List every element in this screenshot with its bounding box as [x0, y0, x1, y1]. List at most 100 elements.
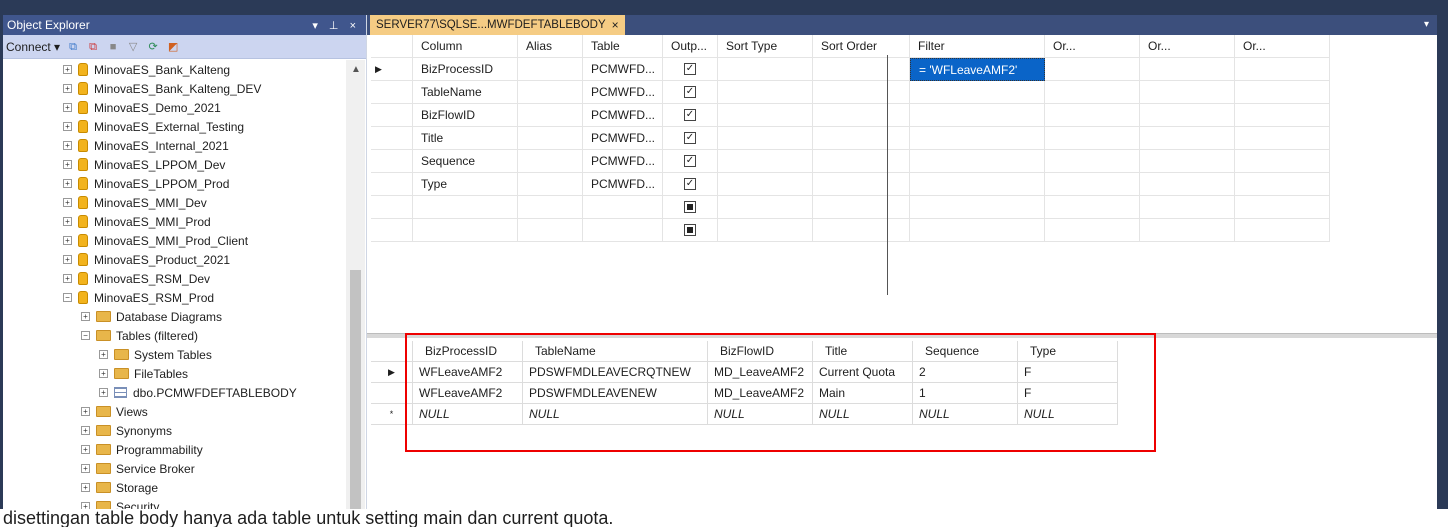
tree-node[interactable]: + MinovaES_LPPOM_Dev [3, 155, 346, 174]
close-tab-icon[interactable]: × [612, 18, 619, 32]
expand-icon[interactable]: + [63, 198, 72, 207]
criteria-cell[interactable] [1140, 58, 1235, 81]
expand-icon[interactable]: + [63, 255, 72, 264]
expand-icon[interactable]: + [99, 388, 108, 397]
results-cell[interactable]: WFLeaveAMF2 [413, 362, 523, 383]
expand-icon[interactable]: + [81, 483, 90, 492]
tree-node[interactable]: + Service Broker [3, 459, 346, 478]
criteria-cell[interactable] [718, 58, 813, 81]
results-column-header[interactable]: BizFlowID [708, 341, 813, 362]
results-cell[interactable]: MD_LeaveAMF2 [708, 383, 813, 404]
filter-icon[interactable]: ▽ [126, 40, 140, 54]
panel-window-controls[interactable]: ▾ ⊥ × [312, 19, 360, 32]
results-column-header[interactable]: Type [1018, 341, 1118, 362]
tree-node[interactable]: + MinovaES_RSM_Dev [3, 269, 346, 288]
criteria-cell[interactable] [518, 104, 583, 127]
output-checkbox[interactable]: ✓ [684, 109, 696, 121]
expand-icon[interactable]: + [63, 179, 72, 188]
results-cell[interactable]: NULL [413, 404, 523, 425]
results-column-header[interactable]: TableName [523, 341, 708, 362]
criteria-cell[interactable] [518, 150, 583, 173]
disconnect-icon[interactable]: ⧉ [86, 40, 100, 54]
results-cell[interactable]: NULL [913, 404, 1018, 425]
criteria-row[interactable]: BizFlowID PCMWFD... ✓ [371, 104, 1330, 127]
column-header[interactable] [371, 35, 413, 58]
criteria-cell[interactable] [813, 58, 910, 81]
criteria-cell[interactable]: ✓ [663, 104, 718, 127]
results-cell[interactable]: PDSWFMDLEAVECRQTNEW [523, 362, 708, 383]
tree-node[interactable]: + MinovaES_Bank_Kalteng_DEV [3, 79, 346, 98]
criteria-cell[interactable] [718, 219, 813, 242]
criteria-cell[interactable] [1045, 104, 1140, 127]
results-row[interactable]: ▶ WFLeaveAMF2 PDSWFMDLEAVECRQTNEW MD_LeaveA… [371, 362, 1118, 383]
tree-node[interactable]: + MinovaES_Bank_Kalteng [3, 60, 346, 79]
criteria-cell[interactable] [1045, 150, 1140, 173]
criteria-cell[interactable] [1045, 219, 1140, 242]
criteria-cell[interactable] [1235, 173, 1330, 196]
criteria-cell[interactable]: BizProcessID [413, 58, 518, 81]
expand-icon[interactable]: + [63, 160, 72, 169]
criteria-cell[interactable] [371, 150, 413, 173]
criteria-cell[interactable] [518, 173, 583, 196]
criteria-cell[interactable] [371, 104, 413, 127]
criteria-row[interactable]: Title PCMWFD... ✓ [371, 127, 1330, 150]
criteria-cell[interactable] [1045, 81, 1140, 104]
criteria-cell[interactable] [1045, 58, 1140, 81]
criteria-cell[interactable] [1235, 104, 1330, 127]
results-cell[interactable]: WFLeaveAMF2 [413, 383, 523, 404]
criteria-cell[interactable] [1235, 81, 1330, 104]
criteria-cell[interactable] [1045, 173, 1140, 196]
refresh-icon[interactable]: ⟳ [146, 40, 160, 54]
results-cell[interactable]: Main [813, 383, 913, 404]
results-cell[interactable]: PDSWFMDLEAVENEW [523, 383, 708, 404]
column-header[interactable]: Column [413, 35, 518, 58]
column-header[interactable]: Filter [910, 35, 1045, 58]
criteria-cell[interactable] [813, 219, 910, 242]
connect-icon[interactable]: ⧉ [66, 40, 80, 54]
expand-icon[interactable]: + [63, 103, 72, 112]
row-selector[interactable] [371, 383, 413, 404]
criteria-cell[interactable] [663, 219, 718, 242]
column-header[interactable]: Or... [1045, 35, 1140, 58]
criteria-cell[interactable] [910, 81, 1045, 104]
output-checkbox[interactable]: ✓ [684, 178, 696, 190]
tree-node[interactable]: + MinovaES_MMI_Prod [3, 212, 346, 231]
criteria-cell[interactable] [413, 219, 518, 242]
column-header[interactable]: Table [583, 35, 663, 58]
criteria-cell[interactable] [1045, 196, 1140, 219]
criteria-cell[interactable] [1235, 150, 1330, 173]
tree-node[interactable]: + MinovaES_Internal_2021 [3, 136, 346, 155]
collapse-icon[interactable]: − [63, 293, 72, 302]
expand-icon[interactable]: + [81, 312, 90, 321]
criteria-cell[interactable] [718, 173, 813, 196]
results-row[interactable]: * NULL NULL NULL NULL NULL NULL [371, 404, 1118, 425]
expand-icon[interactable]: + [99, 350, 108, 359]
tree-node[interactable]: − Tables (filtered) [3, 326, 346, 345]
criteria-cell[interactable] [663, 196, 718, 219]
criteria-cell[interactable] [910, 173, 1045, 196]
criteria-cell[interactable] [910, 196, 1045, 219]
expand-icon[interactable]: + [63, 122, 72, 131]
criteria-cell[interactable] [1140, 196, 1235, 219]
criteria-cell[interactable]: Sequence [413, 150, 518, 173]
expand-icon[interactable]: + [63, 274, 72, 283]
criteria-cell[interactable]: ✓ [663, 58, 718, 81]
criteria-cell[interactable]: ▶ [371, 58, 413, 81]
criteria-cell[interactable] [813, 150, 910, 173]
results-cell[interactable]: MD_LeaveAMF2 [708, 362, 813, 383]
criteria-cell[interactable] [518, 219, 583, 242]
criteria-cell[interactable] [813, 196, 910, 219]
output-checkbox[interactable]: ✓ [684, 155, 696, 167]
column-header[interactable]: Alias [518, 35, 583, 58]
criteria-row[interactable]: TableName PCMWFD... ✓ [371, 81, 1330, 104]
output-checkbox[interactable]: ✓ [684, 63, 696, 75]
output-checkbox[interactable]: ✓ [684, 132, 696, 144]
results-column-header[interactable] [371, 341, 413, 362]
row-selector[interactable]: ▶ [371, 362, 413, 383]
criteria-cell[interactable] [718, 196, 813, 219]
scrollbar-thumb[interactable] [350, 270, 361, 510]
criteria-cell[interactable] [718, 81, 813, 104]
criteria-cell[interactable] [718, 127, 813, 150]
criteria-cell[interactable]: Type [413, 173, 518, 196]
criteria-cell[interactable] [1140, 150, 1235, 173]
